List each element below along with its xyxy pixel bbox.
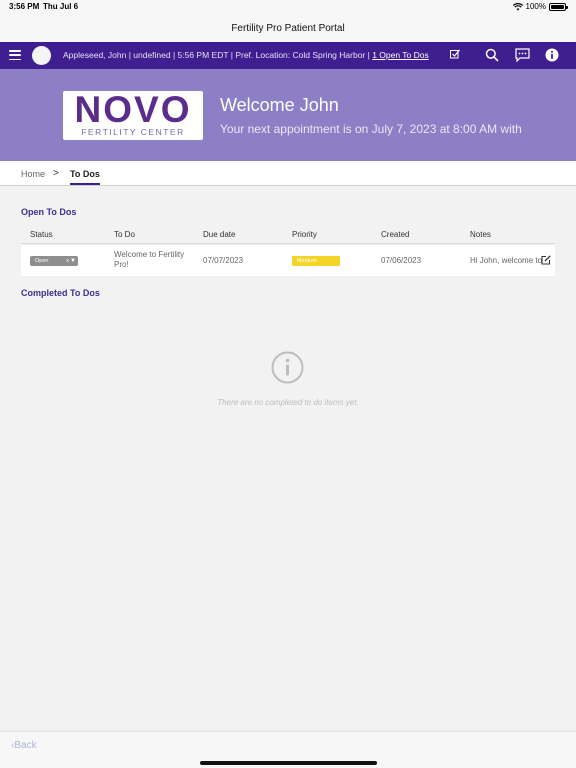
col-created: Created (381, 230, 410, 239)
breadcrumb-current: To Dos (70, 169, 100, 179)
empty-state-message: There are no completed to do items yet. (217, 398, 359, 407)
open-todos-title: Open To Dos (21, 207, 77, 217)
edit-icon[interactable] (541, 255, 551, 265)
chevron-down-icon[interactable]: ▼ (70, 256, 76, 266)
status-select[interactable]: Open x ▼ (30, 256, 78, 266)
next-appointment-text: Your next appointment is on July 7, 2023… (220, 122, 522, 136)
breadcrumb-active-underline (70, 183, 100, 185)
nav-icons (484, 47, 560, 63)
todo-title[interactable]: Welcome to Fertility Pro! (114, 250, 194, 270)
status-time: 3:56 PM (9, 2, 40, 11)
breadcrumb-home[interactable]: Home (21, 169, 45, 179)
novo-logo: NOVO FERTILITY CENTER (63, 91, 203, 140)
app-title-bar: Fertility Pro Patient Portal (0, 14, 576, 42)
logo-sub-text: FERTILITY CENTER (81, 127, 185, 137)
top-nav-bar: Appleseed, John | undefined | 5:56 PM ED… (0, 42, 576, 69)
col-notes: Notes (470, 230, 491, 239)
info-icon[interactable] (544, 47, 560, 63)
logo-main-text: NOVO (74, 89, 192, 130)
todo-created-date: 07/06/2023 (381, 256, 422, 265)
priority-badge: Medium (292, 256, 340, 266)
completed-todos-title: Completed To Dos (21, 288, 100, 298)
info-circle-icon (271, 351, 304, 384)
col-status: Status (30, 230, 53, 239)
welcome-banner: NOVO FERTILITY CENTER Welcome John Your … (0, 69, 576, 161)
back-label: Back (14, 740, 37, 751)
home-indicator (200, 761, 377, 765)
patient-info-text: Appleseed, John | undefined | 5:56 PM ED… (63, 50, 373, 60)
table-row[interactable]: Open x ▼ Welcome to Fertility Pro! 07/07… (21, 245, 555, 276)
status-right: 100% (512, 2, 568, 11)
patient-info-line: Appleseed, John | undefined | 5:56 PM ED… (63, 50, 429, 60)
todos-table-header: Status To Do Due date Priority Created N… (21, 226, 555, 244)
status-date: Thu Jul 6 (43, 2, 79, 11)
bottom-bar: ‹Back (0, 731, 576, 768)
welcome-heading: Welcome John (220, 95, 339, 115)
chat-icon[interactable] (514, 47, 530, 63)
status-value: Open (35, 258, 49, 264)
status-bar: 3:56 PM Thu Jul 6 100% (0, 0, 576, 14)
col-due-date: Due date (203, 230, 236, 239)
todo-notes: Hi John, welcome to (470, 256, 543, 265)
menu-icon[interactable] (9, 50, 21, 60)
wifi-icon (512, 2, 523, 10)
breadcrumb: Home > To Dos (0, 161, 576, 186)
battery-percent: 100% (525, 2, 546, 11)
clear-icon[interactable]: x (66, 256, 69, 266)
chevron-right-icon: > (53, 168, 59, 179)
todo-due-date: 07/07/2023 (203, 256, 244, 265)
col-priority: Priority (292, 230, 317, 239)
checkbox-check-icon[interactable] (450, 49, 460, 59)
avatar[interactable] (32, 46, 51, 65)
search-icon[interactable] (484, 47, 500, 63)
battery-icon (549, 2, 568, 11)
back-button[interactable]: ‹Back (11, 740, 37, 751)
open-todos-link[interactable]: 1 Open To Dos (372, 50, 429, 60)
app-title: Fertility Pro Patient Portal (231, 22, 345, 34)
col-todo: To Do (114, 230, 135, 239)
